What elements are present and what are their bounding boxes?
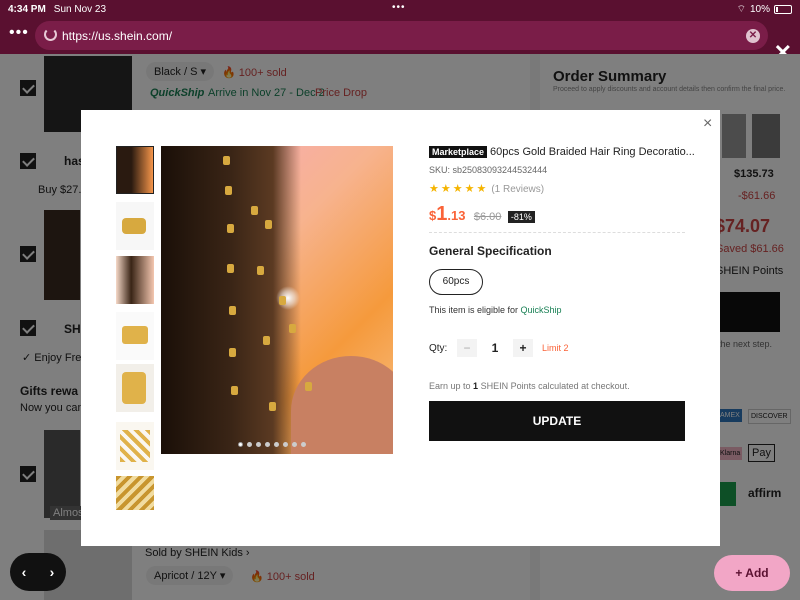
discount-badge: -81% (507, 211, 535, 223)
quickship-prefix: This item is eligible for (429, 305, 519, 315)
hair-bead (251, 206, 258, 215)
hair-bead (225, 186, 232, 195)
status-bar: 4:34 PM Sun Nov 23 ••• ⌔ 10% (0, 0, 800, 18)
carousel-dot[interactable] (256, 442, 261, 447)
hair-bead (223, 156, 230, 165)
back-icon[interactable]: ‹ (22, 564, 27, 580)
hair-bead (227, 224, 234, 233)
qty-minus-button[interactable]: − (457, 339, 477, 357)
forward-icon[interactable]: › (50, 564, 55, 580)
plus-icon: + (735, 566, 743, 580)
spec-option-60pcs[interactable]: 60pcs (429, 269, 483, 295)
hair-bead (265, 220, 272, 229)
price-cents: .13 (447, 208, 466, 223)
quickship-eligibility: This item is eligible for QuickShip (429, 305, 562, 315)
thumbnail-image[interactable] (116, 476, 154, 510)
add-button[interactable]: + Add (714, 555, 790, 591)
qty-limit: Limit 2 (542, 343, 569, 353)
product-quickview-modal: × Marketplace 60pcs Gold Braided Hair Ri… (81, 110, 720, 546)
shoulder-image (291, 356, 393, 454)
points-suffix: SHEIN Points calculated at checkout. (480, 381, 630, 391)
product-title-row: Marketplace 60pcs Gold Braided Hair Ring … (429, 146, 695, 158)
wifi-icon: ⌔ (736, 4, 746, 15)
qty-value[interactable]: 1 (487, 341, 503, 355)
quantity-stepper: Qty: − 1 + Limit 2 (429, 338, 685, 358)
divider (429, 232, 685, 233)
rating-stars[interactable]: ★★★★★ (1 Reviews) (429, 182, 544, 195)
marketplace-badge: Marketplace (429, 146, 488, 158)
thumbnail-image[interactable] (116, 312, 154, 360)
qty-label: Qty: (429, 343, 448, 354)
carousel-dot[interactable] (247, 442, 252, 447)
thumbnail-image[interactable] (116, 364, 154, 412)
page-nav-buttons: ‹ › (10, 553, 66, 591)
carousel-dot[interactable] (274, 442, 279, 447)
points-value: 1 (473, 381, 479, 391)
hair-bead (269, 402, 276, 411)
hair-bead (229, 306, 236, 315)
price-integer: 1 (436, 203, 448, 225)
product-main-image[interactable] (161, 146, 393, 454)
points-prefix: Earn up to (429, 381, 471, 391)
menu-dots-icon[interactable]: ••• (9, 25, 29, 41)
hair-bead (231, 386, 238, 395)
thumbnail-image[interactable] (116, 422, 154, 470)
url-text[interactable]: https://us.shein.com/ (62, 29, 172, 43)
close-icon[interactable]: × (703, 115, 712, 133)
product-title[interactable]: 60pcs Gold Braided Hair Ring Decoratio..… (490, 146, 695, 158)
clear-url-icon[interactable]: ✕ (746, 29, 760, 43)
review-count[interactable]: (1 Reviews) (491, 184, 544, 195)
original-price: $6.00 (473, 211, 502, 223)
spec-title: General Specification (429, 244, 552, 258)
thumbnail-image[interactable] (116, 202, 154, 250)
add-label: Add (745, 566, 769, 580)
carousel-dot[interactable] (265, 442, 270, 447)
browser-toolbar: ••• https://us.shein.com/ ✕ ✕ (0, 18, 800, 64)
url-bar[interactable]: https://us.shein.com/ ✕ (35, 21, 768, 50)
hair-bead (279, 296, 286, 305)
carousel-dot[interactable] (301, 442, 306, 447)
hair-bead (289, 324, 296, 333)
hair-bead (305, 382, 312, 391)
battery-percent: 10% (749, 4, 770, 15)
product-sku: SKU: sb25083093244532444 (429, 165, 548, 175)
hair-bead (263, 336, 270, 345)
qty-plus-button[interactable]: + (513, 339, 533, 357)
price-row: $1.13 $6.00 -81% (429, 203, 535, 226)
carousel-dot[interactable] (238, 442, 243, 447)
update-button[interactable]: UPDATE (429, 401, 685, 441)
hair-bead (229, 348, 236, 357)
carousel-dot[interactable] (292, 442, 297, 447)
thumbnail-image[interactable] (116, 256, 154, 304)
reload-icon[interactable] (44, 28, 57, 41)
status-indicators: ⌔ 10% (737, 3, 792, 16)
star-icons: ★★★★★ (429, 183, 489, 195)
hair-bead (227, 264, 234, 273)
image-carousel-dots[interactable] (238, 442, 306, 447)
quickship-link[interactable]: QuickShip (521, 305, 562, 315)
battery-icon (774, 5, 792, 14)
status-time: 4:34 PM (8, 3, 46, 15)
multitask-dots-icon[interactable]: ••• (392, 2, 406, 13)
carousel-dot[interactable] (283, 442, 288, 447)
points-note: Earn up to 1 SHEIN Points calculated at … (429, 381, 630, 391)
thumbnail-image[interactable] (116, 146, 154, 194)
status-date: Sun Nov 23 (53, 3, 107, 15)
hair-bead (257, 266, 264, 275)
